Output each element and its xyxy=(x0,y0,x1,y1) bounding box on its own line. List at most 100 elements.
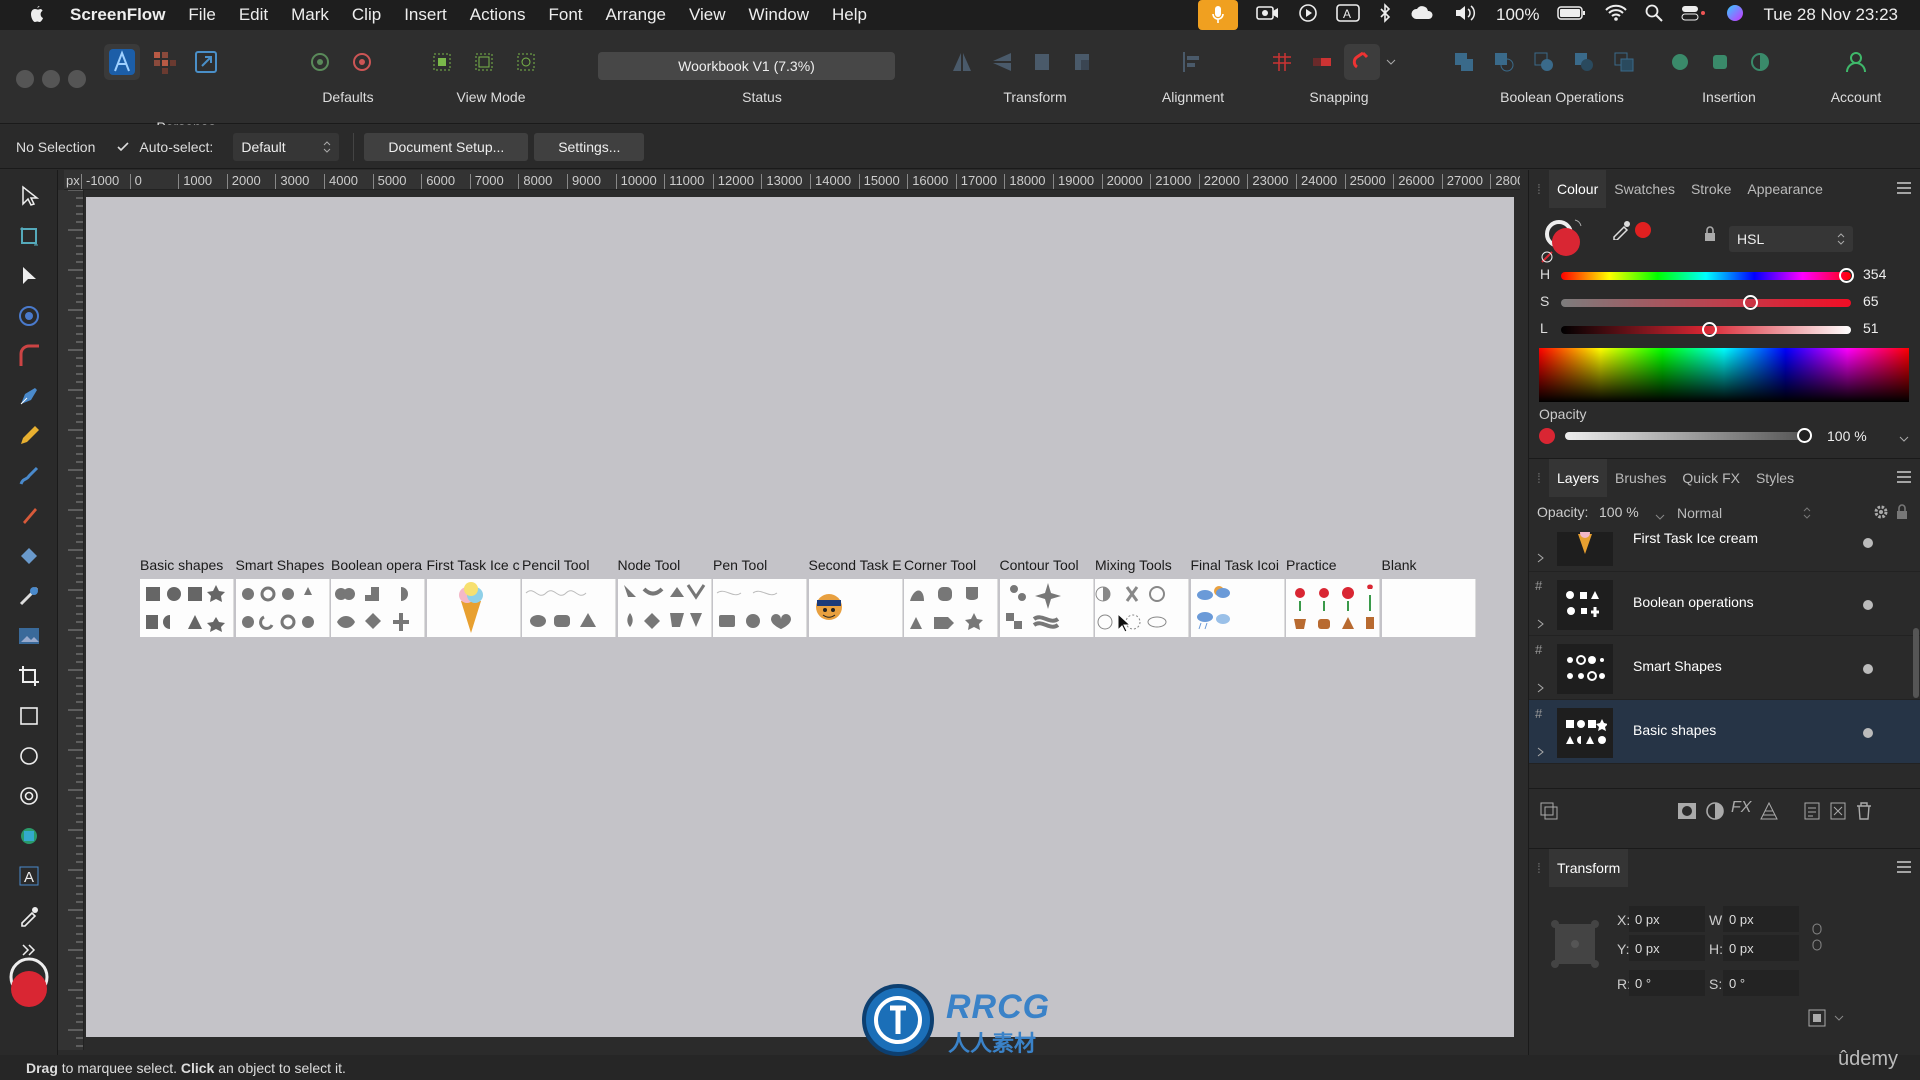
menu-clip[interactable]: Clip xyxy=(352,5,381,25)
menu-edit[interactable]: Edit xyxy=(239,5,268,25)
pixel-persona-icon[interactable] xyxy=(146,44,182,80)
layer-row[interactable]: # Smart Shapes xyxy=(1529,636,1920,700)
transparency-tool-icon[interactable] xyxy=(13,580,45,612)
panel-menu-icon[interactable] xyxy=(1897,181,1911,197)
lock-icon[interactable] xyxy=(1895,504,1909,525)
account-icon[interactable] xyxy=(1838,44,1874,80)
lock-icon[interactable] xyxy=(1703,226,1717,247)
export-persona-icon[interactable] xyxy=(188,44,224,80)
play-circle-icon[interactable] xyxy=(1298,3,1318,28)
artboard[interactable] xyxy=(999,579,1094,637)
menu-mark[interactable]: Mark xyxy=(291,5,329,25)
rotate-left-icon[interactable] xyxy=(1024,44,1060,80)
input-source-icon[interactable]: A xyxy=(1336,3,1360,28)
menu-actions[interactable]: Actions xyxy=(470,5,526,25)
volume-icon[interactable] xyxy=(1454,4,1478,27)
tab-layers[interactable]: Layers xyxy=(1549,458,1608,497)
artboard-label[interactable]: Pencil Tool xyxy=(522,557,616,573)
saturation-value[interactable]: 65 xyxy=(1863,293,1879,309)
auto-select-dropdown[interactable]: Default xyxy=(233,132,340,161)
window-close-button[interactable] xyxy=(16,70,34,88)
view-mode-pixel-icon[interactable] xyxy=(424,44,460,80)
menu-arrange[interactable]: Arrange xyxy=(606,5,666,25)
shear-field[interactable]: 0 ° xyxy=(1723,970,1799,996)
artboard-label[interactable]: Smart Shapes xyxy=(236,557,330,573)
defaults-sync-icon[interactable] xyxy=(302,44,338,80)
artboard[interactable] xyxy=(522,579,616,637)
panel-menu-icon[interactable] xyxy=(1897,860,1911,876)
tab-transform[interactable]: Transform xyxy=(1549,848,1629,887)
artboard-label[interactable]: Contour Tool xyxy=(1000,557,1094,573)
link-aspect-icon[interactable] xyxy=(1811,922,1823,957)
screen-record-icon[interactable] xyxy=(1256,4,1280,27)
layer-name[interactable]: Basic shapes xyxy=(1633,722,1716,738)
tab-colour[interactable]: Colour xyxy=(1549,170,1607,208)
boolean-divide-icon[interactable] xyxy=(1606,44,1642,80)
opacity-slider[interactable] xyxy=(1565,428,1812,443)
microphone-icon[interactable] xyxy=(1198,0,1238,30)
fill-tool-icon[interactable] xyxy=(13,540,45,572)
artboard-label[interactable]: Blank xyxy=(1382,557,1472,573)
artboard[interactable] xyxy=(617,579,712,637)
boolean-intersect-icon[interactable] xyxy=(1526,44,1562,80)
node-tool-icon[interactable] xyxy=(13,260,45,292)
artboard[interactable] xyxy=(713,579,807,637)
tab-styles[interactable]: Styles xyxy=(1748,470,1802,486)
lightness-value[interactable]: 51 xyxy=(1863,320,1879,336)
chevron-right-icon[interactable] xyxy=(1537,616,1545,634)
w-field[interactable]: 0 px xyxy=(1723,906,1799,932)
rectangle-tool-icon[interactable] xyxy=(13,700,45,732)
y-field[interactable]: 0 px xyxy=(1629,935,1705,961)
artboard[interactable] xyxy=(331,579,425,637)
boolean-xor-icon[interactable] xyxy=(1566,44,1602,80)
lightness-knob[interactable] xyxy=(1701,322,1717,337)
layer-visibility-toggle[interactable] xyxy=(1863,600,1873,610)
app-menu[interactable]: ScreenFlow xyxy=(70,5,165,25)
artboard-label[interactable]: Second Task E xyxy=(809,557,903,573)
corner-tool-icon[interactable] xyxy=(13,340,45,372)
window-zoom-button[interactable] xyxy=(68,70,86,88)
panel-grip-icon[interactable]: ⁞ xyxy=(1529,181,1549,197)
snapping-magnet-icon[interactable] xyxy=(1344,44,1380,80)
settings-button[interactable]: Settings... xyxy=(534,132,645,161)
arrange-layers-icon[interactable] xyxy=(1539,801,1559,826)
artboard-tool-icon[interactable] xyxy=(13,220,45,252)
artboard[interactable] xyxy=(1286,579,1380,637)
chevron-right-icon[interactable] xyxy=(1537,550,1545,568)
chevron-down-icon[interactable] xyxy=(1899,430,1909,448)
canvas[interactable]: Basic shapes Smart Shapes Boolean opera Fir… xyxy=(86,197,1514,1037)
artboard[interactable] xyxy=(140,579,234,637)
saturation-slider[interactable] xyxy=(1561,295,1851,310)
artboard[interactable] xyxy=(904,579,998,637)
align-icon[interactable] xyxy=(1174,44,1210,80)
tab-appearance[interactable]: Appearance xyxy=(1739,181,1831,197)
artboard-label[interactable]: Practice xyxy=(1286,557,1380,573)
view-mode-retina-icon[interactable] xyxy=(466,44,502,80)
layer-visibility-toggle[interactable] xyxy=(1863,728,1873,738)
view-mode-outline-icon[interactable] xyxy=(508,44,544,80)
artboard[interactable] xyxy=(1095,579,1189,637)
cloud-icon[interactable] xyxy=(1410,4,1436,27)
text-tool-icon[interactable]: A xyxy=(13,860,45,892)
hue-slider[interactable] xyxy=(1561,268,1855,283)
document-setup-button[interactable]: Document Setup... xyxy=(364,132,529,161)
wifi-icon[interactable] xyxy=(1605,4,1628,27)
eyedropper-icon[interactable] xyxy=(1611,218,1633,245)
hue-knob[interactable] xyxy=(1839,268,1855,283)
colour-mode-dropdown[interactable]: HSL xyxy=(1729,226,1853,252)
shape-tool-icon[interactable] xyxy=(13,820,45,852)
picked-colour-swatch[interactable] xyxy=(1635,222,1651,238)
horizontal-ruler[interactable]: px -1000 0 1000 2000 3000 4000 5000 6000 7000 800… xyxy=(64,170,1520,190)
tab-quick-fx[interactable]: Quick FX xyxy=(1674,470,1748,486)
chevron-down-icon[interactable] xyxy=(1655,508,1665,526)
fx-icon[interactable]: FX xyxy=(1731,799,1751,817)
siri-icon[interactable] xyxy=(1725,3,1745,28)
artboard-label[interactable]: First Task Ice c xyxy=(427,557,521,573)
pen-tool-icon[interactable] xyxy=(13,380,45,412)
fill-stroke-swatch[interactable] xyxy=(7,957,51,1009)
menu-font[interactable]: Font xyxy=(548,5,582,25)
x-field[interactable]: 0 px xyxy=(1629,906,1705,932)
crop-tool-icon[interactable] xyxy=(13,660,45,692)
battery-icon[interactable] xyxy=(1557,5,1587,26)
spotlight-search-icon[interactable] xyxy=(1645,4,1664,27)
